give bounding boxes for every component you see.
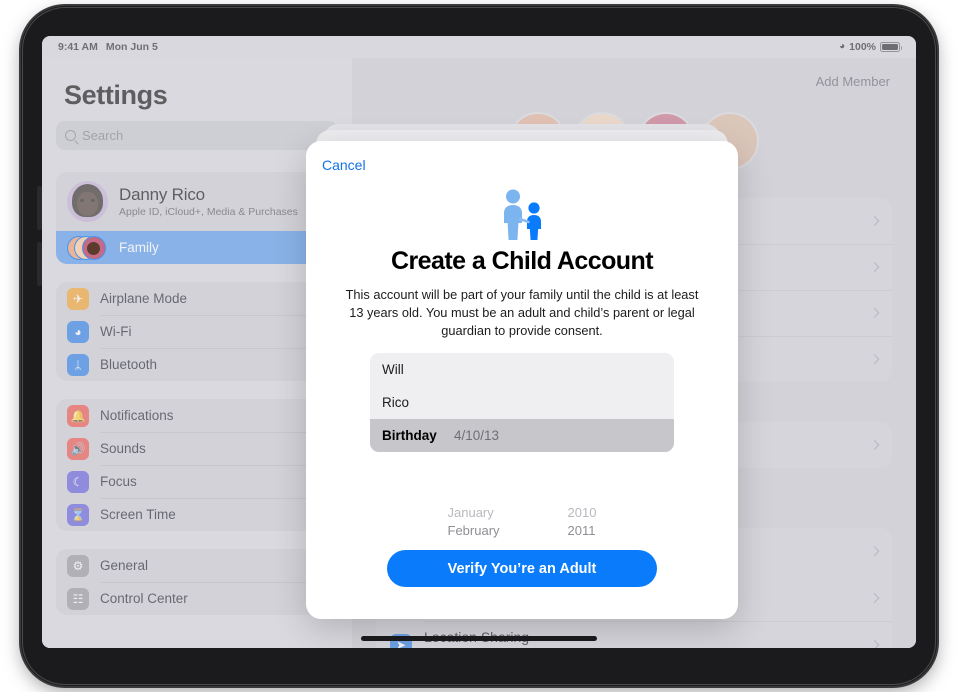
sidebar-item-airplane-mode[interactable]: ✈ Airplane Mode — [56, 282, 338, 315]
hourglass-icon: ⌛ — [67, 503, 89, 526]
page-title: Settings — [64, 80, 168, 110]
speaker-icon: 🔊 — [67, 437, 89, 460]
birthday-value: 4/10/13 — [454, 428, 500, 443]
account-name: Danny Rico — [119, 185, 205, 204]
modal-title: Create a Child Account — [390, 247, 654, 275]
chevron-right-icon — [869, 592, 880, 603]
sidebar-item-family[interactable]: Family — [56, 231, 338, 264]
search-input[interactable]: Search — [56, 121, 338, 150]
wheel-year-option: 2011 — [567, 523, 596, 538]
avatar-eye-left — [80, 199, 84, 202]
family-avatar-3 — [82, 235, 106, 260]
battery-fill — [882, 44, 898, 50]
sidebar-group-system: ⚙ General ☷ Control Center — [56, 549, 338, 615]
chevron-right-icon — [869, 262, 880, 272]
status-bar-left: 9:41 AM Mon Jun 5 — [58, 41, 158, 53]
birthday-field[interactable]: Birthday 4/10/13 — [370, 419, 674, 452]
sidebar-item-label: Control Center — [100, 591, 188, 606]
search-icon — [65, 130, 76, 141]
moon-icon: ☾ — [67, 470, 89, 493]
verify-adult-button[interactable]: Verify You’re an Adult — [387, 550, 657, 587]
sidebar-item-label: Wi-Fi — [100, 324, 132, 339]
account-group: Danny Rico Apple ID, iCloud+, Media & Pu… — [56, 172, 338, 264]
avatar — [67, 181, 108, 222]
bluetooth-icon: ᛦ — [67, 353, 89, 376]
sidebar-item-general[interactable]: ⚙ General — [56, 549, 338, 582]
chevron-right-icon — [869, 440, 880, 450]
chevron-right-icon — [869, 546, 880, 556]
sidebar-item-label: Bluetooth — [100, 357, 158, 372]
cancel-button[interactable]: Cancel — [322, 157, 366, 173]
sidebar-item-control-center[interactable]: ☷ Control Center — [56, 582, 338, 615]
sidebar-item-label: Focus — [100, 474, 137, 489]
status-bar: 9:41 AM Mon Jun 5 ◕ 100% — [42, 36, 916, 58]
sidebar-item-focus[interactable]: ☾ Focus — [56, 465, 338, 498]
gear-icon: ⚙ — [67, 554, 89, 577]
status-time: 9:41 AM — [58, 41, 98, 53]
sidebar-item-label: Screen Time — [100, 507, 176, 522]
last-name-value: Rico — [382, 395, 410, 410]
sidebar-item-label: Notifications — [100, 408, 174, 423]
avatar-face — [77, 192, 98, 216]
wifi-icon: ◕ — [839, 41, 846, 52]
avatar-eye-right — [91, 199, 95, 202]
battery-percent-label: 100% — [849, 41, 876, 53]
sidebar-group-connectivity: ✈ Airplane Mode ◕ Wi-Fi ᛦ Bluetooth — [56, 282, 338, 381]
account-subtitle: Apple ID, iCloud+, Media & Purchases — [119, 206, 298, 218]
child-account-form: Will Rico Birthday 4/10/13 — [370, 353, 674, 452]
sidebar-item-apple-account[interactable]: Danny Rico Apple ID, iCloud+, Media & Pu… — [56, 172, 338, 231]
first-name-field[interactable]: Will — [370, 353, 674, 386]
sidebar-item-label: Airplane Mode — [100, 291, 188, 306]
adult-and-child-icon — [504, 189, 541, 240]
birthday-label: Birthday — [382, 428, 437, 443]
battery-icon — [880, 42, 902, 52]
list-item-location-sharing[interactable]: ➤ Location Sharing Sharing with all fami… — [376, 621, 892, 648]
home-indicator[interactable] — [361, 636, 597, 641]
wheel-month-option: January — [447, 505, 494, 520]
create-child-account-modal: Cancel Create a Child Account This accou… — [306, 141, 738, 619]
sidebar-item-wifi[interactable]: ◕ Wi-Fi — [56, 315, 338, 348]
sidebar-item-bluetooth[interactable]: ᛦ Bluetooth — [56, 348, 338, 381]
sidebar-item-notifications[interactable]: 🔔 Notifications — [56, 399, 338, 432]
sliders-icon: ☷ — [67, 587, 89, 610]
wheel-year-option: 2010 — [567, 505, 597, 520]
chevron-right-icon — [869, 639, 880, 648]
family-avatar-cluster — [67, 233, 108, 263]
modal-body-text: This account will be part of your family… — [345, 287, 699, 339]
add-member-button[interactable]: Add Member — [816, 74, 890, 89]
last-name-field[interactable]: Rico — [370, 386, 674, 419]
chevron-right-icon — [869, 354, 880, 364]
chevron-right-icon — [869, 308, 880, 318]
ipad-screen: 9:41 AM Mon Jun 5 ◕ 100% Settings Search — [42, 36, 916, 648]
sidebar-item-label: Sounds — [100, 441, 146, 456]
sidebar-item-sounds[interactable]: 🔊 Sounds — [56, 432, 338, 465]
wifi-icon: ◕ — [67, 320, 89, 343]
first-name-value: Will — [382, 362, 404, 377]
chevron-right-icon — [869, 216, 880, 226]
bell-icon: 🔔 — [67, 404, 89, 427]
wheel-month-option: February — [447, 523, 500, 538]
airplane-icon: ✈ — [67, 287, 89, 310]
sidebar-item-screen-time[interactable]: ⌛ Screen Time — [56, 498, 338, 531]
status-bar-right: ◕ 100% — [839, 41, 902, 53]
search-placeholder: Search — [82, 128, 124, 143]
sidebar-item-label: Family — [119, 240, 159, 255]
sidebar-group-alerts: 🔔 Notifications 🔊 Sounds ☾ Focus ⌛ Scree… — [56, 399, 338, 531]
sidebar-item-label: General — [100, 558, 149, 573]
status-date: Mon Jun 5 — [105, 41, 158, 53]
